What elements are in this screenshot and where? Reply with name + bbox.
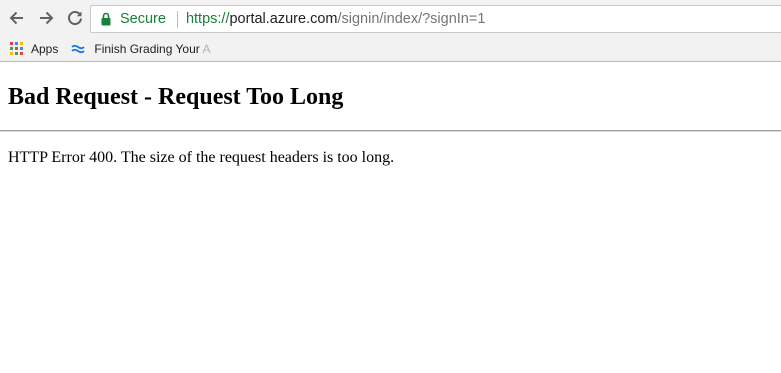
reload-icon xyxy=(68,11,82,25)
forward-arrow-icon xyxy=(40,11,54,25)
omnibox-divider xyxy=(176,10,178,28)
back-button[interactable] xyxy=(3,4,31,32)
browser-toolbar: Secure https://portal.azure.com/signin/i… xyxy=(0,0,781,36)
error-message: HTTP Error 400. The size of the request … xyxy=(8,149,395,166)
divider xyxy=(0,130,781,132)
page-content: Bad Request - Request Too Long HTTP Erro… xyxy=(0,83,781,167)
reload-button[interactable] xyxy=(61,4,89,32)
url-scheme: https:// xyxy=(185,11,230,27)
bookmark-label-faded: A xyxy=(202,41,211,56)
lock-icon xyxy=(101,12,111,26)
url-host: portal.azure.com xyxy=(229,11,338,27)
bookmark-apps[interactable]: Apps xyxy=(10,42,58,56)
url-path: /signin/index/?signIn=1 xyxy=(337,11,486,27)
back-arrow-icon xyxy=(9,11,23,25)
bookmark-apps-label: Apps xyxy=(31,41,59,56)
bookmarks-bar: Apps Finish Grading Your A xyxy=(0,36,781,62)
apps-grid-icon xyxy=(10,42,23,55)
url-text[interactable]: https://portal.azure.com/signin/index/?s… xyxy=(186,11,485,27)
bookmark-label-main: Finish Grading Your xyxy=(94,41,200,56)
address-bar[interactable]: Secure https://portal.azure.com/signin/i… xyxy=(90,5,781,33)
wave-icon xyxy=(71,44,85,53)
bookmark-finish-grading-label: Finish Grading Your A xyxy=(94,42,210,56)
forward-button[interactable] xyxy=(32,4,60,32)
bookmark-finish-grading[interactable]: Finish Grading Your A xyxy=(71,42,210,56)
security-label[interactable]: Secure xyxy=(120,11,166,27)
page-title: Bad Request - Request Too Long xyxy=(8,84,344,110)
